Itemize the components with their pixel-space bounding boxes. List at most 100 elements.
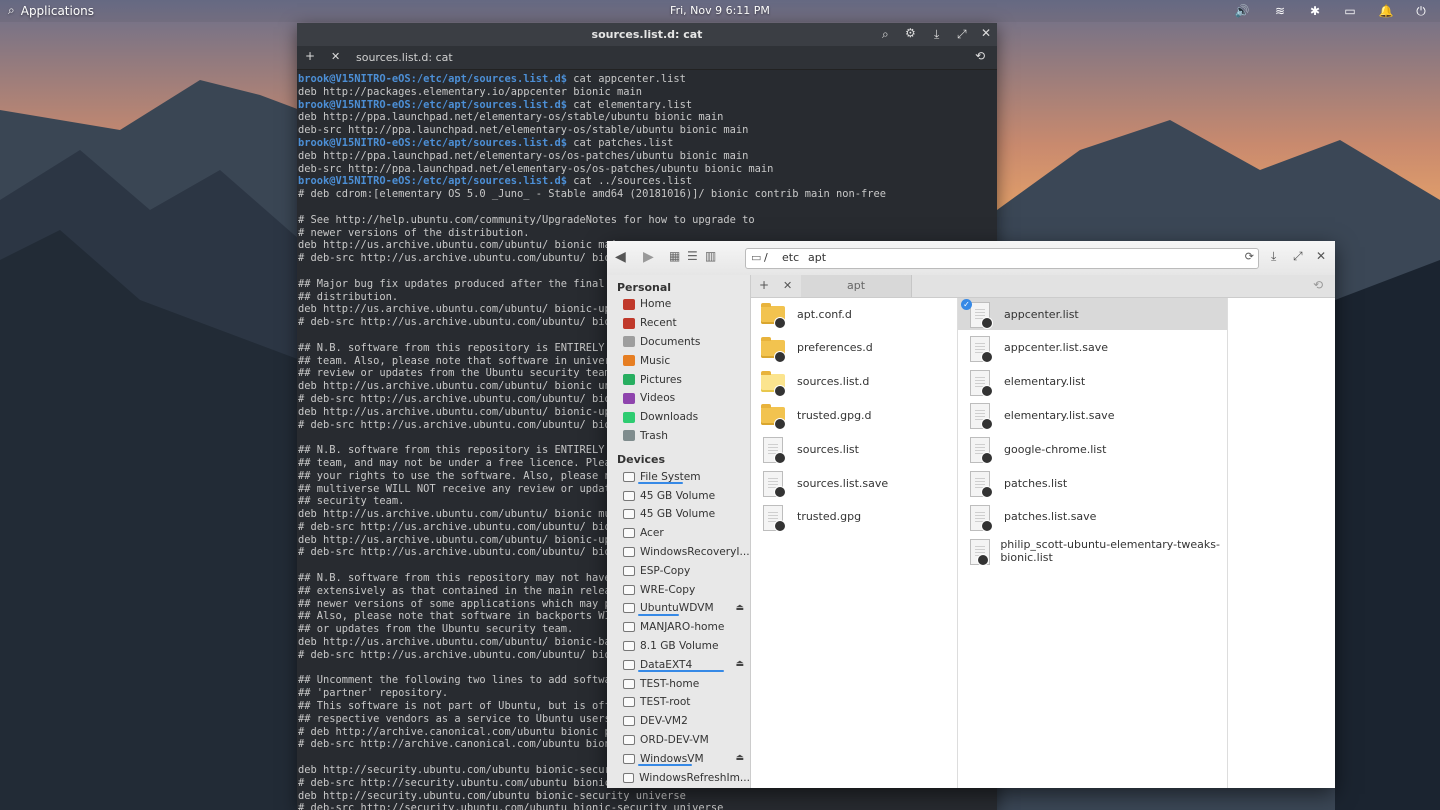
folder-icon [761, 370, 786, 397]
sidebar-item-home[interactable]: Home [607, 295, 750, 314]
file-item[interactable]: sources.list.save [751, 467, 957, 499]
file-item[interactable]: patches.list.save [958, 501, 1227, 533]
drive-icon [623, 490, 635, 501]
new-tab-icon[interactable]: + [305, 49, 315, 63]
home-icon [623, 298, 635, 310]
file-item[interactable]: google-chrome.list [958, 433, 1227, 465]
notifications-icon[interactable]: 🔔 [1378, 3, 1394, 19]
terminal-line-text: ## review or updates from the Ubuntu sec… [298, 367, 618, 380]
column-view-icon[interactable]: ▥ [705, 249, 716, 263]
breadcrumb-etc[interactable]: etc [782, 251, 799, 264]
terminal-prompt: brook@V15NITRO-eOS:/etc/apt/sources.list… [298, 175, 567, 188]
close-tab-icon[interactable]: ✕ [783, 279, 792, 292]
close-icon[interactable]: ✕ [1316, 249, 1326, 263]
file-item[interactable]: sources.list.d [751, 366, 957, 398]
sidebar-item-dev-vm2[interactable]: DEV-VM2 [607, 712, 750, 731]
terminal-line-text: deb http://us.archive.ubuntu.com/ubuntu/… [298, 239, 618, 252]
breadcrumb-root[interactable]: / [764, 251, 768, 264]
sidebar-item-manjaro-home[interactable]: MANJARO-home [607, 618, 750, 637]
volume-icon[interactable]: 🔊 [1234, 3, 1250, 19]
file-item[interactable]: appcenter.list.save [958, 332, 1227, 364]
column-apt: apt.conf.d preferences.d sources.list.d tru… [751, 298, 958, 788]
sidebar-item-pictures[interactable]: Pictures [607, 370, 750, 389]
sidebar-item-45-gb-volume[interactable]: 45 GB Volume [607, 505, 750, 524]
minimize-icon[interactable]: ⤓ [934, 27, 939, 42]
sidebar-item-trash[interactable]: Trash [607, 427, 750, 446]
file-item[interactable]: trusted.gpg [751, 501, 957, 533]
forward-icon[interactable]: ▶ [643, 249, 654, 265]
clock[interactable]: Fri, Nov 9 6:11 PM [0, 4, 1440, 17]
sidebar-item-file-system[interactable]: File System [607, 467, 750, 486]
file-item[interactable]: sources.list [751, 433, 957, 465]
applications-menu[interactable]: ⌕ Applications [8, 3, 94, 18]
sidebar-item-dataext4[interactable]: DataEXT4 ⏏ [607, 655, 750, 674]
back-icon[interactable]: ◀ [615, 249, 626, 265]
terminal-line-text: # See http://help.ubuntu.com/community/U… [298, 213, 755, 226]
sidebar-item-esp-copy[interactable]: ESP-Copy [607, 561, 750, 580]
terminal-line-text: # deb-src http://us.archive.ubuntu.com/u… [298, 392, 624, 405]
sidebar-item-documents[interactable]: Documents [607, 333, 750, 352]
power-icon[interactable]: ⏻ [1413, 3, 1429, 19]
sidebar-item-windowsvm[interactable]: WindowsVM ⏏ [607, 749, 750, 768]
sidebar-item-wre-copy[interactable]: WRE-Copy [607, 580, 750, 599]
terminal-line: deb http://security.ubuntu.com/ubuntu bi… [298, 790, 997, 803]
history-icon[interactable]: ⟲ [975, 49, 985, 63]
file-item[interactable]: appcenter.list ✓ [958, 298, 1227, 330]
file-item[interactable]: preferences.d [751, 332, 957, 364]
sidebar-item-ord-dev-vm[interactable]: ORD-DEV-VM [607, 731, 750, 750]
wifi-icon[interactable]: ≋ [1272, 3, 1288, 19]
maximize-icon[interactable]: ⤢ [957, 27, 967, 42]
terminal-line-text: ## multiverse WILL NOT receive any revie… [298, 482, 618, 495]
text-file-icon [968, 403, 993, 431]
eject-icon[interactable]: ⏏ [735, 659, 744, 669]
file-item[interactable]: elementary.list [958, 366, 1227, 398]
sidebar-item-videos[interactable]: Videos [607, 389, 750, 408]
sidebar-item-recent[interactable]: Recent [607, 314, 750, 333]
file-name: patches.list.save [1004, 510, 1097, 524]
tab-apt[interactable]: apt [801, 275, 912, 297]
bluetooth-icon[interactable]: ✱ [1307, 3, 1323, 19]
sidebar: Personal Home Recent Documents Music Picture… [607, 275, 751, 788]
sidebar-item-45-gb-volume[interactable]: 45 GB Volume [607, 486, 750, 505]
sidebar-item-music[interactable]: Music [607, 351, 750, 370]
list-view-icon[interactable]: ☰ [687, 249, 698, 263]
file-item[interactable]: patches.list [958, 467, 1227, 499]
history-icon[interactable]: ⟲ [1313, 278, 1323, 292]
icon-view-icon[interactable]: ▦ [669, 249, 680, 263]
sidebar-item-ubuntuwdvm[interactable]: UbuntuWDVM ⏏ [607, 599, 750, 618]
close-icon[interactable]: ✕ [981, 26, 991, 40]
reload-icon[interactable]: ⟳ [1245, 250, 1254, 263]
gear-icon[interactable]: ⚙ [905, 26, 916, 40]
file-item[interactable]: trusted.gpg.d [751, 399, 957, 431]
search-icon[interactable]: ⌕ [882, 27, 889, 42]
sidebar-item-acer[interactable]: Acer [607, 524, 750, 543]
minimize-icon[interactable]: ⤓ [1271, 249, 1276, 264]
sidebar-devices-header: Devices [617, 453, 666, 467]
sidebar-item-test-home[interactable]: TEST-home [607, 674, 750, 693]
eject-icon[interactable]: ⏏ [735, 753, 744, 763]
close-tab-icon[interactable]: ✕ [331, 50, 340, 63]
file-item[interactable]: philip_scott-ubuntu-elementary-tweaks-bi… [958, 535, 1227, 567]
drive-icon [623, 697, 635, 708]
selection-check-icon[interactable]: ✓ [961, 299, 972, 310]
breadcrumb-apt[interactable]: apt [808, 251, 826, 264]
sidebar-item-test-root[interactable]: TEST-root [607, 693, 750, 712]
file-item[interactable]: elementary.list.save [958, 399, 1227, 431]
sidebar-item-windowsrecoveryi[interactable]: WindowsRecoveryI... [607, 543, 750, 562]
file-name: appcenter.list.save [1004, 341, 1108, 355]
new-tab-icon[interactable]: + [759, 278, 769, 292]
sidebar-item-windowsrefreshim[interactable]: WindowsRefreshIm... [607, 768, 750, 787]
eject-icon[interactable]: ⏏ [735, 603, 744, 613]
sidebar-item-label: Pictures [640, 373, 682, 386]
terminal-tab[interactable]: ✕ sources.list.d: cat [331, 46, 501, 69]
location-bar[interactable]: ▭ / etc apt ⟳ [745, 248, 1259, 269]
sidebar-item-8-1-gb-volume[interactable]: 8.1 GB Volume [607, 637, 750, 656]
battery-icon[interactable]: ▭ [1342, 3, 1358, 19]
terminal-line-text: # deb http://archive.canonical.com/ubunt… [298, 725, 618, 738]
drive-icon [623, 734, 635, 745]
file-item[interactable]: apt.conf.d [751, 298, 957, 330]
maximize-icon[interactable]: ⤢ [1293, 249, 1303, 264]
disk-usage-bar [638, 764, 692, 767]
sidebar-item-downloads[interactable]: Downloads [607, 408, 750, 427]
terminal-line: brook@V15NITRO-eOS:/etc/apt/sources.list… [298, 137, 997, 150]
